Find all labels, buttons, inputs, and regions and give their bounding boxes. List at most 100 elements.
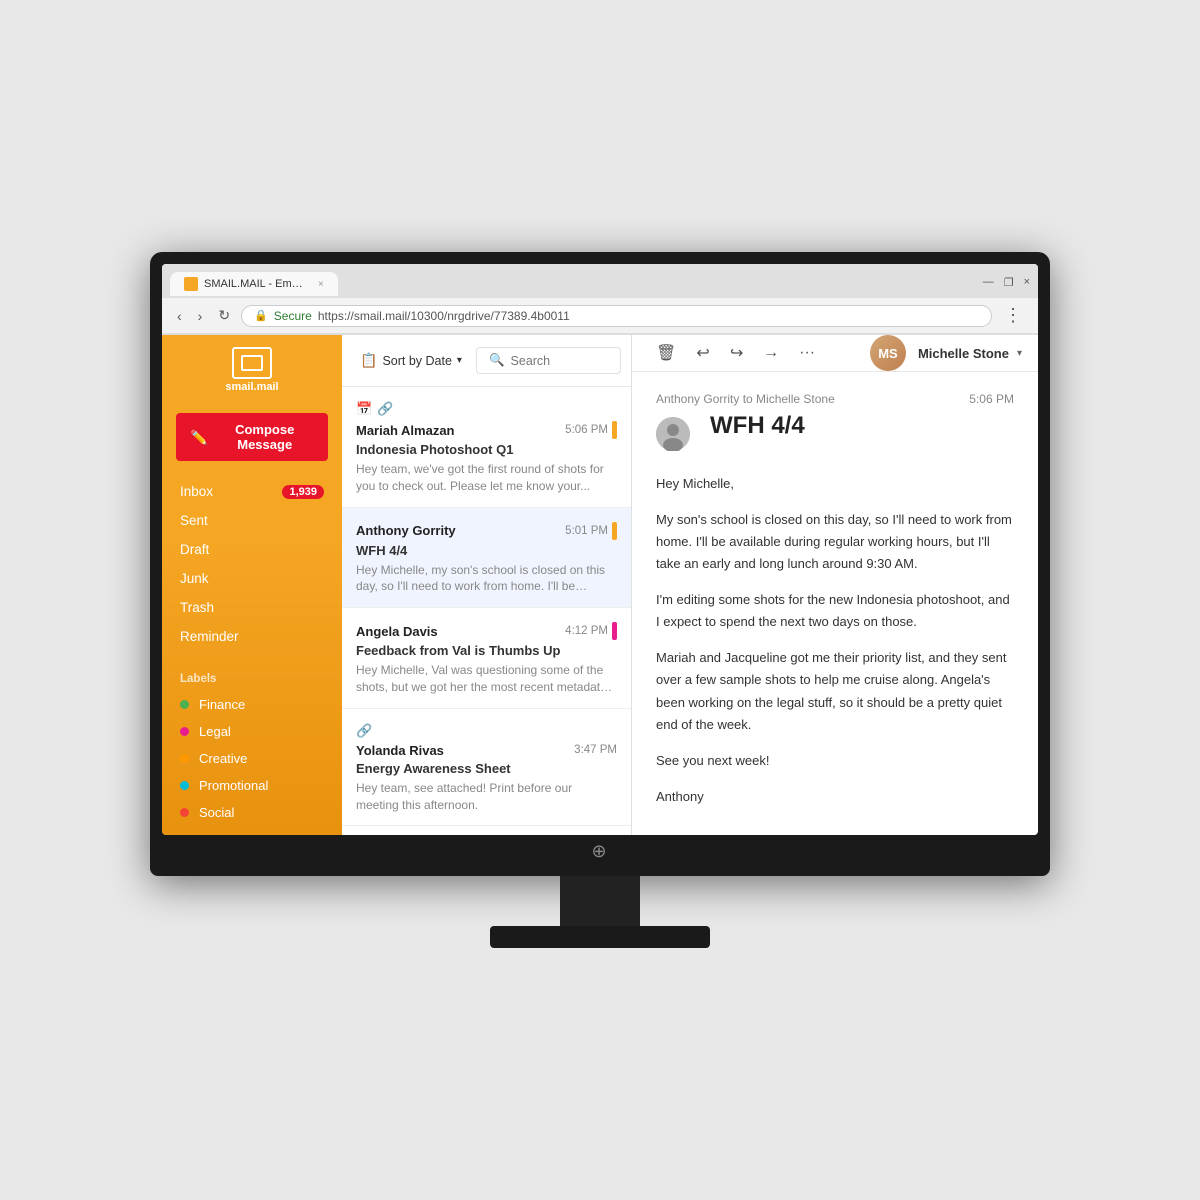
- search-icon: 🔍: [489, 353, 505, 368]
- calendar-icon: 📅: [356, 401, 372, 417]
- sidebar-logo: smail.mail: [162, 335, 342, 405]
- time-1: 5:06 PM: [565, 421, 617, 439]
- search-button[interactable]: 🔍 Search: [476, 347, 621, 374]
- email-list: 📅 🔗 Mariah Almazan 5:06 PM Indonesia: [342, 387, 631, 835]
- sent-label: Sent: [180, 513, 208, 528]
- sender-avatar-detail: [656, 417, 690, 451]
- draft-label: Draft: [180, 542, 209, 557]
- preview-1: Hey team, we've got the first round of s…: [356, 461, 617, 495]
- browser-chrome: SMAIL.MAIL - Email inbo... × — ❐ × ‹ › ↻…: [162, 264, 1038, 335]
- hp-logo: ⊕: [591, 841, 608, 861]
- time-3: 4:12 PM: [565, 622, 617, 640]
- window-controls: — ❐ ×: [983, 276, 1030, 293]
- forward-btn[interactable]: →: [755, 339, 787, 367]
- inbox-badge: 1,939: [282, 485, 324, 499]
- legal-dot: [180, 727, 189, 736]
- sender-4: Yolanda Rivas: [356, 743, 444, 758]
- url-text: https://smail.mail/10300/nrgdrive/77389.…: [318, 309, 570, 323]
- sidebar-item-draft[interactable]: Draft: [162, 535, 342, 564]
- sort-chevron-icon: ▾: [457, 355, 462, 366]
- more-btn[interactable]: ···: [791, 339, 823, 367]
- compose-button[interactable]: ✏️ Compose Message: [176, 413, 328, 461]
- monitor: SMAIL.MAIL - Email inbo... × — ❐ × ‹ › ↻…: [150, 252, 1050, 948]
- forward-btn[interactable]: ›: [193, 306, 208, 326]
- promotional-dot: [180, 781, 189, 790]
- time-text-1: 5:06 PM: [565, 424, 608, 436]
- preview-4: Hey team, see attached! Print before our…: [356, 780, 617, 814]
- junk-label: Junk: [180, 571, 209, 586]
- browser-menu-btn[interactable]: ⋮: [998, 303, 1028, 328]
- sender-1: Mariah Almazan: [356, 423, 455, 438]
- logo-icon-inner: [241, 355, 263, 371]
- social-dot: [180, 808, 189, 817]
- undo-btn[interactable]: ↩: [688, 338, 717, 368]
- body-see-you: See you next week!: [656, 750, 1014, 772]
- sender-3: Angela Davis: [356, 624, 438, 639]
- sidebar-item-sent[interactable]: Sent: [162, 506, 342, 535]
- monitor-stand-neck: [560, 876, 640, 926]
- time-dot-3: [612, 622, 617, 640]
- email-detail-pane: 🗑 ↩ ↩ → ··· MS Michelle Stone ▾ Anthony …: [632, 335, 1038, 835]
- nav-items: Inbox 1,939 Sent Draft Junk: [162, 469, 342, 659]
- close-btn[interactable]: ×: [1024, 276, 1030, 289]
- monitor-screen: SMAIL.MAIL - Email inbo... × — ❐ × ‹ › ↻…: [162, 264, 1038, 835]
- creative-dot: [180, 754, 189, 763]
- redo-btn[interactable]: ↩: [722, 338, 751, 368]
- email-list-pane: 📋 Sort by Date ▾ 🔍 Search: [342, 335, 632, 835]
- compose-label: Compose Message: [215, 422, 314, 452]
- browser-tab[interactable]: SMAIL.MAIL - Email inbo... ×: [170, 272, 338, 296]
- sidebar: smail.mail ✏️ Compose Message Inbox 1,93…: [162, 335, 342, 835]
- from-to: Anthony Gorrity to Michelle Stone: [656, 392, 835, 406]
- search-label: Search: [511, 354, 551, 368]
- trash-label: Trash: [180, 600, 214, 615]
- label-finance[interactable]: Finance: [162, 691, 342, 718]
- label-promotional[interactable]: Promotional: [162, 772, 342, 799]
- preview-2: Hey Michelle, my son's school is closed …: [356, 562, 617, 596]
- sort-button[interactable]: 📋 Sort by Date ▾: [352, 347, 470, 374]
- minimize-btn[interactable]: —: [983, 276, 994, 289]
- email-meta: Anthony Gorrity to Michelle Stone 5:06 P…: [656, 392, 1014, 406]
- email-item-2[interactable]: Anthony Gorrity 5:01 PM WFH 4/4 Hey Mich…: [342, 508, 631, 609]
- creative-label: Creative: [199, 751, 247, 766]
- subject-3: Feedback from Val is Thumbs Up: [356, 643, 617, 658]
- label-legal[interactable]: Legal: [162, 718, 342, 745]
- address-bar[interactable]: 🔒 Secure https://smail.mail/10300/nrgdri…: [241, 305, 992, 327]
- user-avatar: MS: [870, 335, 906, 371]
- maximize-btn[interactable]: ❐: [1004, 276, 1014, 289]
- tab-close-btn[interactable]: ×: [318, 279, 324, 290]
- time-dot-2: [612, 522, 617, 540]
- email-item-3[interactable]: Angela Davis 4:12 PM Feedback from Val i…: [342, 608, 631, 709]
- sidebar-item-trash[interactable]: Trash: [162, 593, 342, 622]
- monitor-stand-base: [490, 926, 710, 948]
- refresh-btn[interactable]: ↻: [213, 305, 235, 326]
- promotional-label: Promotional: [199, 778, 268, 793]
- email-header-3: Angela Davis 4:12 PM: [356, 622, 617, 640]
- tab-bar: SMAIL.MAIL - Email inbo... × — ❐ ×: [162, 264, 1038, 298]
- time-2: 5:01 PM: [565, 522, 617, 540]
- compose-icon: ✏️: [190, 429, 207, 446]
- time-text-2: 5:01 PM: [565, 525, 608, 537]
- sort-label: Sort by Date: [382, 354, 451, 368]
- back-btn[interactable]: ‹: [172, 306, 187, 326]
- body-paragraph-3: Mariah and Jacqueline got me their prior…: [656, 647, 1014, 735]
- sidebar-item-junk[interactable]: Junk: [162, 564, 342, 593]
- email-header-1: Mariah Almazan 5:06 PM: [356, 421, 617, 439]
- email-item-4[interactable]: 🔗 Yolanda Rivas 3:47 PM Energy Awareness…: [342, 709, 631, 827]
- delete-btn[interactable]: 🗑: [648, 338, 684, 368]
- email-item-1[interactable]: 📅 🔗 Mariah Almazan 5:06 PM Indonesia: [342, 387, 631, 508]
- sidebar-item-inbox[interactable]: Inbox 1,939: [162, 477, 342, 506]
- inbox-label: Inbox: [180, 484, 213, 499]
- user-dropdown-arrow[interactable]: ▾: [1017, 348, 1022, 359]
- attachment-icon: 🔗: [377, 401, 393, 417]
- label-social[interactable]: Social: [162, 799, 342, 826]
- app-container: smail.mail ✏️ Compose Message Inbox 1,93…: [162, 335, 1038, 835]
- time-text-4: 3:47 PM: [574, 744, 617, 756]
- legal-label: Legal: [199, 724, 231, 739]
- email-content: Anthony Gorrity to Michelle Stone 5:06 P…: [632, 372, 1038, 835]
- link-icon-4: 🔗: [356, 723, 372, 739]
- sidebar-item-reminder[interactable]: Reminder: [162, 622, 342, 651]
- finance-dot: [180, 700, 189, 709]
- finance-label: Finance: [199, 697, 245, 712]
- label-creative[interactable]: Creative: [162, 745, 342, 772]
- secure-icon: 🔒: [254, 309, 268, 322]
